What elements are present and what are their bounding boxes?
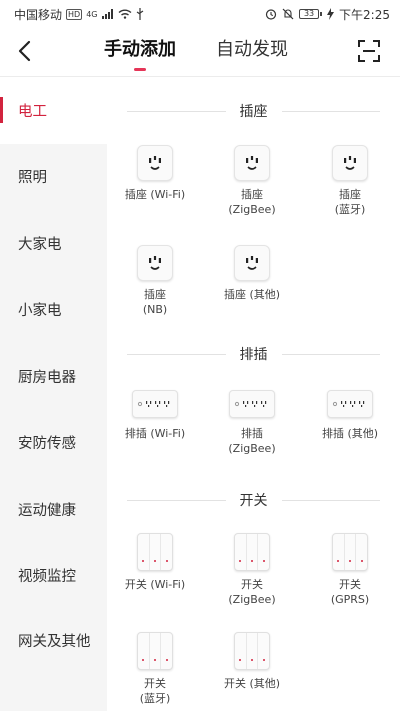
mute-icon: [282, 8, 294, 20]
hd-icon: HD: [66, 8, 83, 20]
sidebar-item-small-appliances[interactable]: 小家电: [0, 277, 107, 344]
tab-auto-discover[interactable]: 自动发现: [216, 35, 288, 69]
usb-icon: [136, 8, 143, 20]
device-label: 插座 (ZigBee): [228, 188, 276, 216]
device-switch-bluetooth[interactable]: 开关 (蓝牙): [107, 632, 203, 706]
device-label: 开关 (ZigBee): [228, 578, 276, 606]
device-list: 插座 插座 (Wi-Fi) 插座 (ZigBee) 插座 (蓝牙) 插座 (NB…: [107, 77, 400, 711]
device-socket-other[interactable]: 插座 (其他): [204, 245, 300, 302]
section-title: 开关: [239, 493, 268, 509]
section-header-switch: 开关: [127, 490, 380, 510]
device-strip-other[interactable]: 排插 (其他): [302, 382, 398, 441]
socket-icon: [332, 145, 368, 181]
clock-time: 下午2:25: [339, 7, 390, 22]
section-header-socket: 插座: [127, 101, 380, 121]
sidebar-item-gateway[interactable]: 网关及其他: [0, 609, 107, 676]
device-label: 排插 (ZigBee): [228, 427, 276, 455]
device-label: 排插 (Wi-Fi): [124, 427, 186, 440]
device-label: 开关 (蓝牙): [139, 677, 171, 705]
alarm-icon: [265, 9, 277, 20]
device-switch-wifi[interactable]: 开关 (Wi-Fi): [107, 533, 203, 592]
section-title: 插座: [239, 104, 268, 120]
device-label: 开关 (Wi-Fi): [124, 578, 186, 591]
sidebar-item-large-appliances[interactable]: 大家电: [0, 210, 107, 277]
sidebar-item-security[interactable]: 安防传感: [0, 410, 107, 477]
sidebar-item-health[interactable]: 运动健康: [0, 476, 107, 543]
wall-switch-icon: [234, 533, 270, 571]
power-strip-icon: [132, 390, 178, 418]
device-socket-nb[interactable]: 插座 (NB): [107, 245, 203, 317]
socket-icon: [234, 245, 270, 281]
device-label: 插座 (蓝牙): [334, 188, 366, 216]
wall-switch-icon: [332, 533, 368, 571]
device-switch-zigbee[interactable]: 开关 (ZigBee): [204, 533, 300, 607]
sidebar-item-lighting[interactable]: 照明: [0, 144, 107, 211]
battery-level: 33: [299, 9, 320, 19]
wall-switch-icon: [234, 632, 270, 670]
battery-icon: 33: [299, 9, 323, 19]
signal-icon: [101, 9, 113, 19]
sidebar-item-electrician[interactable]: 电工: [0, 77, 107, 144]
socket-icon: [137, 145, 173, 181]
device-label: 插座 (Wi-Fi): [124, 188, 186, 201]
wifi-icon: [118, 9, 131, 19]
scan-icon[interactable]: [358, 40, 380, 62]
device-strip-wifi[interactable]: 排插 (Wi-Fi): [107, 382, 203, 441]
device-socket-wifi[interactable]: 插座 (Wi-Fi): [107, 145, 203, 202]
status-bar: 中国移动 HD 4G 33 下午2:25: [0, 0, 400, 28]
device-switch-other[interactable]: 开关 (其他): [204, 632, 300, 691]
category-sidebar: 电工 照明 大家电 小家电 厨房电器 安防传感 运动健康 视频监控 网关及其他: [0, 77, 107, 711]
device-switch-gprs[interactable]: 开关 (GPRS): [302, 533, 398, 607]
sidebar-item-kitchen[interactable]: 厨房电器: [0, 343, 107, 410]
device-socket-zigbee[interactable]: 插座 (ZigBee): [204, 145, 300, 217]
carrier-label: 中国移动: [14, 7, 63, 22]
device-label: 插座 (NB): [142, 288, 168, 316]
device-label: 开关 (其他): [223, 677, 281, 690]
charging-icon: [327, 8, 335, 20]
back-arrow-icon[interactable]: [14, 38, 36, 64]
signal-4g-icon: 4G: [86, 9, 98, 19]
top-nav: 手动添加 自动发现: [0, 28, 400, 76]
tab-manual-add[interactable]: 手动添加: [104, 35, 176, 71]
socket-icon: [137, 245, 173, 281]
sidebar-item-video[interactable]: 视频监控: [0, 543, 107, 610]
wall-switch-icon: [137, 533, 173, 571]
socket-icon: [234, 145, 270, 181]
device-socket-bluetooth[interactable]: 插座 (蓝牙): [302, 145, 398, 217]
device-strip-zigbee[interactable]: 排插 (ZigBee): [204, 382, 300, 456]
device-label: 插座 (其他): [223, 288, 281, 301]
wall-switch-icon: [137, 632, 173, 670]
section-header-power-strip: 排插: [127, 344, 380, 364]
device-label: 开关 (GPRS): [330, 578, 370, 606]
tab-bar: 手动添加 自动发现: [104, 35, 288, 71]
power-strip-icon: [327, 390, 373, 418]
section-title: 排插: [239, 347, 268, 363]
device-label: 排插 (其他): [321, 427, 379, 440]
power-strip-icon: [229, 390, 275, 418]
